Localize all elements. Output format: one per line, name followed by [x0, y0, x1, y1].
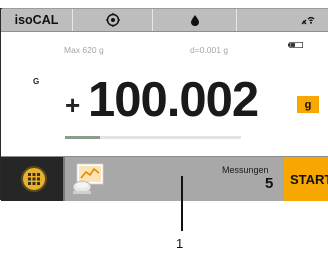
start-label: START — [290, 171, 328, 187]
gross-indicator: G — [33, 77, 40, 86]
weighing-application-icon[interactable] — [69, 160, 111, 198]
balance-screen: isoCAL Max 620 g d=0.001 g G + 100.002 g… — [0, 0, 328, 269]
connection-indicator[interactable] — [237, 9, 328, 31]
capacity-bar-fill — [65, 136, 101, 139]
weight-value: 100.002 — [88, 73, 259, 127]
main-menu-button[interactable] — [1, 157, 65, 201]
bottom-bar: Messungen 5 START — [1, 156, 328, 201]
capacity-bar — [65, 136, 241, 139]
callout-leader-line — [181, 176, 183, 231]
measurements-count: 5 — [265, 175, 274, 192]
drop-icon — [190, 14, 199, 26]
unit-label: g — [304, 98, 312, 111]
status-bar: isoCAL — [1, 9, 328, 32]
humidity-indicator[interactable] — [153, 9, 237, 31]
start-button[interactable]: START — [284, 157, 328, 201]
level-indicator[interactable] — [73, 9, 153, 31]
battery-icon — [288, 42, 303, 48]
measurements-label: Messungen — [222, 165, 269, 175]
menu-grid-icon — [21, 166, 47, 192]
max-capacity-label: Max 620 g — [64, 45, 104, 55]
isocal-label: isoCAL — [14, 13, 59, 27]
weighing-display: Max 620 g d=0.001 g G + 100.002 g — [1, 32, 328, 156]
weight-sign: + — [65, 90, 81, 120]
readability-label: d=0.001 g — [190, 45, 229, 55]
isocal-button[interactable]: isoCAL — [1, 9, 73, 31]
level-target-icon — [105, 13, 120, 27]
wireless-icon — [301, 16, 315, 24]
unit-button[interactable]: g — [297, 96, 319, 113]
callout-number: 1 — [176, 236, 184, 251]
